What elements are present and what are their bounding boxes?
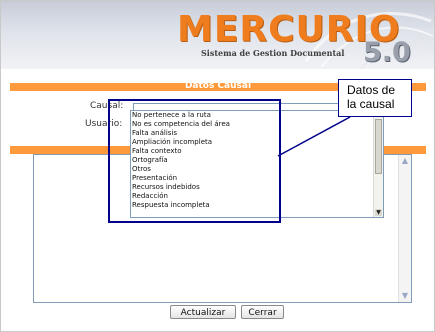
chevron-down-icon[interactable]: ▼	[375, 209, 382, 216]
callout-line-1: Datos de	[347, 83, 396, 97]
scrollbar-thumb[interactable]	[375, 119, 382, 174]
annotation-highlight-box	[108, 99, 281, 223]
scroll-up-icon[interactable]: ▲	[400, 156, 410, 166]
logo-subtitle: Sistema de Gestion Documental	[201, 48, 345, 58]
update-button[interactable]: Actualizar	[170, 305, 236, 319]
close-button[interactable]: Cerrar	[241, 305, 284, 319]
logo-version: 5.0	[363, 37, 411, 68]
header-banner: MERCURIO Sistema de Gestion Documental 5…	[1, 1, 434, 69]
textarea-scrollbar[interactable]: ▲ ▼	[398, 155, 411, 302]
callout-line-2: la causal	[347, 97, 395, 111]
list-scrollbar[interactable]: ▼	[373, 111, 383, 217]
annotation-callout: Datos de la causal	[338, 79, 412, 117]
scroll-down-icon[interactable]: ▼	[400, 291, 410, 301]
